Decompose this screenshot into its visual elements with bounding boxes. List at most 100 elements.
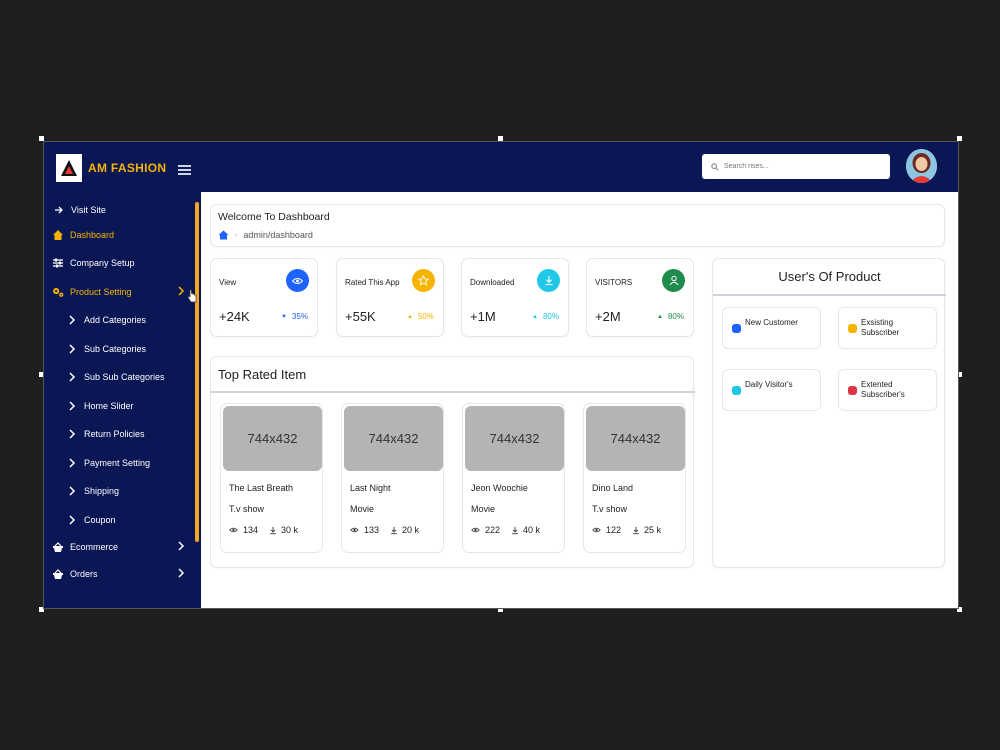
chevron-right-icon [66,314,78,326]
item-views: 122 [606,525,622,535]
avatar[interactable] [906,149,937,183]
sidebar-subitem-payment-setting[interactable]: Payment Setting [44,453,201,473]
rated-item-card[interactable]: 744x432 Dino Land T.v show 122 25 k [583,403,686,553]
caret-up-icon: ▲ [407,313,413,320]
divider [713,294,946,296]
chevron-right-icon [66,428,78,440]
item-downloads: 25 k [644,525,662,535]
legend-swatch [848,324,857,333]
legend-label: Exsisting Subscriber [861,318,900,337]
eye-icon [471,527,480,533]
sidebar-item-label: Sub Categories [84,344,147,354]
item-type: T.v show [229,504,265,514]
top-bar: AM FASHION [44,142,958,192]
stat-value: +1M [470,309,496,324]
stat-value: +24K [219,309,250,324]
sidebar-scrollbar[interactable] [195,202,199,542]
sidebar-subitem-sub-categories[interactable]: Sub Categories [44,339,201,359]
sidebar-item-label: Payment Setting [84,458,151,468]
stat-change: ▲ 50% [407,312,434,321]
legend-swatch [848,386,857,395]
breadcrumb: › admin/dashboard [218,230,313,240]
item-downloads: 20 k [402,525,420,535]
item-title: Dino Land [592,483,634,493]
resize-handle[interactable] [498,136,503,141]
sidebar-item-label: Visit Site [71,205,106,215]
rated-item-card[interactable]: 744x432 The Last Breath T.v show 134 30 … [220,403,323,553]
item-title: The Last Breath [229,483,294,493]
legend-item: Extented Subscriber's [838,369,937,411]
page-title: Welcome To Dashboard [218,211,330,223]
legend-item: Daily Visitor's [722,369,821,411]
user-icon [662,269,685,292]
chevron-right-icon [66,485,78,497]
item-title: Last Night [350,483,391,493]
sidebar-item-ecommerce[interactable]: Ecommerce [44,537,201,557]
caret-up-icon: ▲ [532,313,538,320]
download-icon [512,526,518,534]
legend-item: Exsisting Subscriber [838,307,937,349]
search-box[interactable] [702,154,890,179]
eye-icon [229,527,238,533]
menu-toggle-icon[interactable] [178,165,191,175]
resize-handle[interactable] [39,136,44,141]
basket-icon [52,541,64,553]
item-views: 133 [364,525,380,535]
item-type: Movie [350,504,375,514]
legend-label: New Customer [745,318,798,327]
search-input[interactable] [724,163,874,170]
stat-change-value: 80% [667,312,684,321]
resize-handle[interactable] [957,136,962,141]
chevron-right-icon [177,286,185,298]
logo[interactable] [56,154,82,182]
sidebar-subitem-add-categories[interactable]: Add Categories [44,310,201,330]
sidebar-item-label: Return Policies [84,429,145,439]
sidebar-item-orders[interactable]: Orders [44,564,201,584]
sidebar: Visit Site Dashboard Company Setup Produ… [44,192,201,608]
sidebar-subitem-shipping[interactable]: Shipping [44,481,201,501]
rated-item-card[interactable]: 744x432 Jeon Woochie Movie 222 40 k [462,403,565,553]
download-icon [391,526,397,534]
stat-change-value: 80% [542,312,559,321]
arrow-right-icon [53,204,65,216]
item-stats: 133 20 k [350,525,419,535]
section-title: User's Of Product [778,269,881,284]
stat-change-value: 35% [291,312,308,321]
gears-icon [52,286,64,298]
sidebar-item-label: Sub Sub Categories [84,372,165,382]
breadcrumb-separator: › [235,231,238,239]
sidebar-item-dashboard[interactable]: Dashboard [44,225,201,245]
home-icon [52,229,64,241]
item-downloads: 30 k [281,525,299,535]
sidebar-subitem-return-policies[interactable]: Return Policies [44,424,201,444]
brand-name: AM FASHION [88,161,167,175]
main-content: Welcome To Dashboard › admin/dashboard V… [201,192,958,608]
search-icon [711,162,719,171]
sidebar-item-product-setting[interactable]: Product Setting [44,282,201,302]
rated-item-card[interactable]: 744x432 Last Night Movie 133 20 k [341,403,444,553]
item-thumbnail: 744x432 [586,406,685,471]
home-icon[interactable] [218,230,229,240]
sidebar-subitem-sub-sub-categories[interactable]: Sub Sub Categories [44,367,201,387]
stat-change: ▼ 35% [281,312,308,321]
sidebar-item-label: Company Setup [70,258,135,268]
stat-card-view: View +24K ▼ 35% [210,258,318,337]
sidebar-subitem-home-slider[interactable]: Home Slider [44,396,201,416]
item-views: 222 [485,525,501,535]
item-type: Movie [471,504,496,514]
sidebar-item-company-setup[interactable]: Company Setup [44,253,201,273]
sidebar-item-label: Coupon [84,515,116,525]
breadcrumb-path[interactable]: admin/dashboard [243,230,313,240]
chevron-right-icon [66,400,78,412]
stat-card-visitors: VISITORS +2M ▲ 80% [586,258,694,337]
chevron-right-icon [66,514,78,526]
stat-change-value: 50% [417,312,434,321]
sidebar-item-label: Orders [70,569,98,579]
sidebar-item-visit-site[interactable]: Visit Site [44,200,201,220]
stat-title: Downloaded [470,278,515,287]
caret-up-icon: ▲ [657,313,663,320]
legend-swatch [732,324,741,333]
item-type: T.v show [592,504,628,514]
chevron-right-icon [66,457,78,469]
sidebar-subitem-coupon[interactable]: Coupon [44,510,201,530]
